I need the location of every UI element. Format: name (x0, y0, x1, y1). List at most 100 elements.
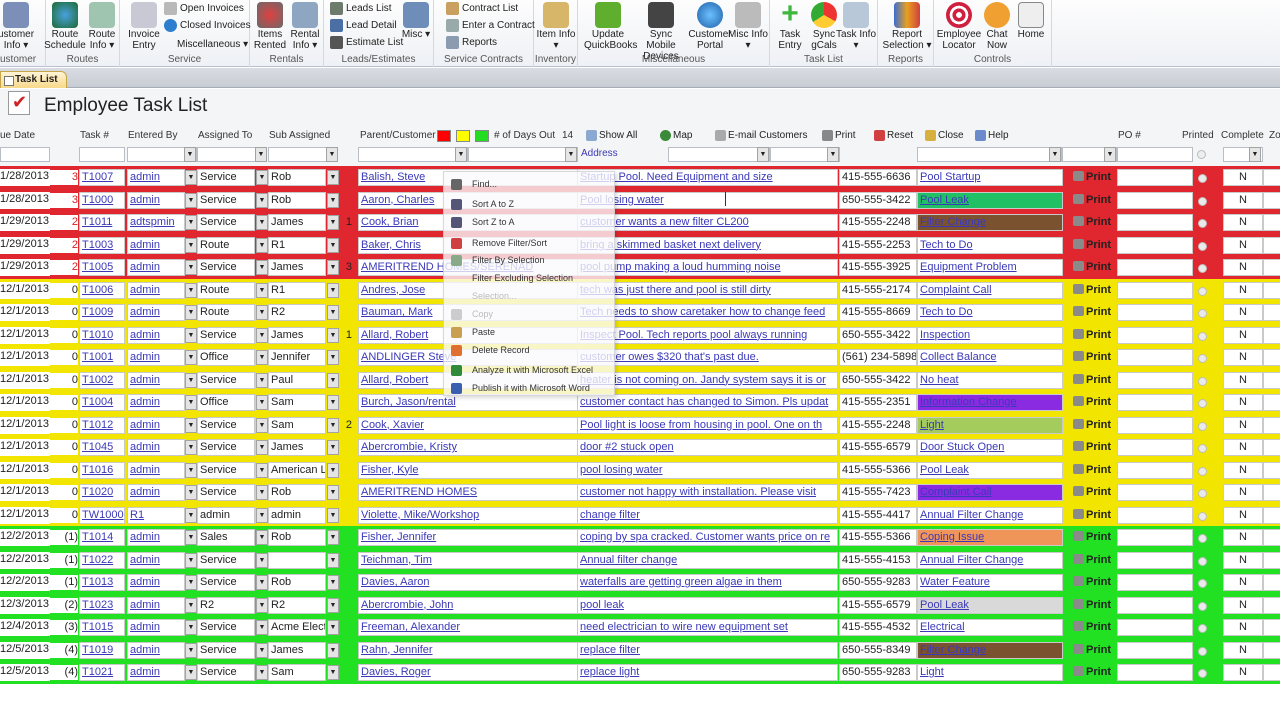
sub-assigned-dropdown[interactable]: ▼ (327, 417, 339, 433)
entered-by-link[interactable]: admin (127, 326, 185, 344)
sub-assigned-dropdown[interactable]: ▼ (327, 620, 339, 635)
entered-by-dropdown[interactable]: ▼ (185, 552, 197, 568)
sub-assigned-dropdown[interactable]: ▼ (327, 327, 339, 343)
complete-cell[interactable]: N (1223, 281, 1263, 299)
task-type-link[interactable]: Filter Change (917, 641, 1063, 659)
context-menu-item[interactable]: Delete Record (444, 341, 616, 359)
sub-assigned-dropdown[interactable]: ▼ (327, 575, 339, 590)
task-type-link[interactable]: Inspection (917, 326, 1063, 344)
assigned-to-cell[interactable]: Service (197, 619, 255, 636)
description-dropdown[interactable]: ▼ (757, 147, 769, 162)
description-link[interactable]: replace filter (577, 641, 838, 659)
type-dropdown[interactable]: ▼ (1049, 147, 1061, 162)
complete-cell[interactable]: N (1223, 259, 1263, 276)
assigned-to-dropdown[interactable]: ▼ (256, 552, 268, 568)
context-menu-item[interactable]: Analyze it with Microsoft Excel (444, 361, 616, 379)
entered-by-link[interactable]: admin (127, 439, 185, 456)
task-number-link[interactable]: TW1000 (79, 506, 125, 524)
task-type-link[interactable]: Complaint Call (917, 281, 1063, 299)
po-number-cell[interactable] (1117, 394, 1193, 411)
description-link[interactable]: Inspect Pool. Tech reports pool always r… (577, 326, 838, 344)
po-number-cell[interactable] (1117, 664, 1193, 681)
sub-assigned-cell[interactable]: James (268, 439, 326, 456)
sub-assigned-dropdown[interactable]: ▼ (327, 372, 339, 388)
description-link[interactable]: Startup Pool. Need Equipment and size (577, 169, 838, 186)
po-number-cell[interactable] (1117, 574, 1193, 591)
print-button[interactable]: Print (1073, 306, 1111, 318)
assigned-to-cell[interactable]: admin (197, 506, 255, 524)
po-number-cell[interactable] (1117, 529, 1193, 546)
complete-cell[interactable]: N (1223, 439, 1263, 456)
misc-info-button[interactable]: Misc Info ▾ (726, 2, 770, 51)
entered-by-dropdown[interactable]: ▼ (185, 327, 197, 343)
entered-by-dropdown[interactable]: ▼ (185, 372, 197, 388)
entered-by-dropdown[interactable]: ▼ (185, 417, 197, 433)
task-type-link[interactable]: Pool Leak (917, 596, 1063, 614)
entered-by-dropdown[interactable]: ▼ (185, 530, 197, 545)
sub-assigned-cell[interactable]: James (268, 326, 326, 344)
zone-cell[interactable] (1263, 371, 1280, 389)
printed-radio[interactable] (1198, 196, 1207, 206)
complete-cell[interactable]: N (1223, 529, 1263, 546)
entered-by-link[interactable]: admin (127, 484, 185, 501)
description-filter[interactable] (668, 147, 770, 162)
task-number-link[interactable]: T1010 (79, 326, 125, 344)
email-customers-button[interactable]: E-mail Customers (715, 130, 807, 141)
customer-info-button[interactable]: ustomer Info ▾ (0, 2, 38, 51)
task-info-button[interactable]: Task Info ▾ (834, 2, 878, 51)
print-button[interactable]: Print (1073, 193, 1111, 206)
sub-assigned-dropdown[interactable]: ▼ (327, 507, 339, 523)
entered-by-dropdown[interactable]: ▼ (185, 485, 197, 500)
task-number-link[interactable]: T1003 (79, 236, 125, 254)
task-type-link[interactable]: No heat (917, 371, 1063, 389)
customer-link[interactable]: Abercrombie, Kristy (358, 439, 578, 456)
entered-by-dropdown[interactable]: ▼ (185, 170, 197, 185)
task-type-link[interactable]: Water Feature (917, 574, 1063, 591)
entered-by-link[interactable]: adtspmin (127, 214, 185, 231)
sub-assigned-cell[interactable]: Sam (268, 664, 326, 681)
assigned-to-dropdown[interactable]: ▼ (256, 260, 268, 275)
green-filter-swatch[interactable] (475, 130, 489, 142)
print-button[interactable]: Print (1073, 373, 1111, 386)
sub-assigned-cell[interactable]: Rob (268, 169, 326, 186)
description-link[interactable]: Tech needs to show caretaker how to chan… (577, 304, 838, 321)
enter-contract-button[interactable]: Enter a Contract (446, 17, 535, 34)
employee-locator-button[interactable]: Employee Locator (936, 2, 982, 51)
entered-by-link[interactable]: admin (127, 169, 185, 186)
description-link[interactable]: heater is not coming on. Jandy system sa… (577, 371, 838, 389)
zone-cell[interactable] (1263, 506, 1280, 524)
printed-radio[interactable] (1198, 466, 1207, 476)
sub-assigned-dropdown[interactable]: ▼ (327, 237, 339, 253)
po-number-cell[interactable] (1117, 191, 1193, 209)
help-button[interactable]: Help (975, 130, 1009, 141)
task-type-link[interactable]: Pool Leak (917, 191, 1063, 209)
assigned-to-dropdown[interactable]: ▼ (256, 350, 268, 365)
assigned-to-dropdown[interactable]: ▼ (256, 170, 268, 185)
task-type-link[interactable]: Light (917, 664, 1063, 681)
complete-cell[interactable]: N (1223, 416, 1263, 434)
po-number-cell[interactable] (1117, 326, 1193, 344)
po-number-cell[interactable] (1117, 236, 1193, 254)
complete-cell[interactable]: N (1223, 641, 1263, 659)
sub-assigned-cell[interactable]: Sam (268, 416, 326, 434)
contract-list-button[interactable]: Contract List (446, 0, 518, 17)
printed-radio[interactable] (1198, 624, 1207, 633)
zone-cell[interactable] (1263, 484, 1280, 501)
entered-by-link[interactable]: admin (127, 641, 185, 659)
customer-link[interactable]: Rahn, Jennifer (358, 641, 578, 659)
entered-by-link[interactable]: R1 (127, 506, 185, 524)
printed-filter-radio[interactable] (1197, 150, 1206, 159)
printed-radio[interactable] (1198, 331, 1207, 341)
printed-radio[interactable] (1198, 444, 1207, 453)
sub-assigned-dropdown[interactable]: ▼ (327, 260, 339, 275)
zone-cell[interactable] (1263, 281, 1280, 299)
task-type-link[interactable]: Electrical (917, 619, 1063, 636)
close-button[interactable]: Close (925, 130, 964, 141)
context-menu-item[interactable]: Copy (444, 305, 616, 323)
description-link[interactable]: Pool light is loose from housing in pool… (577, 416, 838, 434)
po-number-cell[interactable] (1117, 619, 1193, 636)
entered-by-dropdown[interactable]: ▼ (185, 440, 197, 455)
tab-task-list[interactable]: Task List (0, 71, 67, 88)
entered-by-dropdown[interactable]: ▼ (185, 462, 197, 478)
printed-radio[interactable] (1198, 669, 1207, 678)
